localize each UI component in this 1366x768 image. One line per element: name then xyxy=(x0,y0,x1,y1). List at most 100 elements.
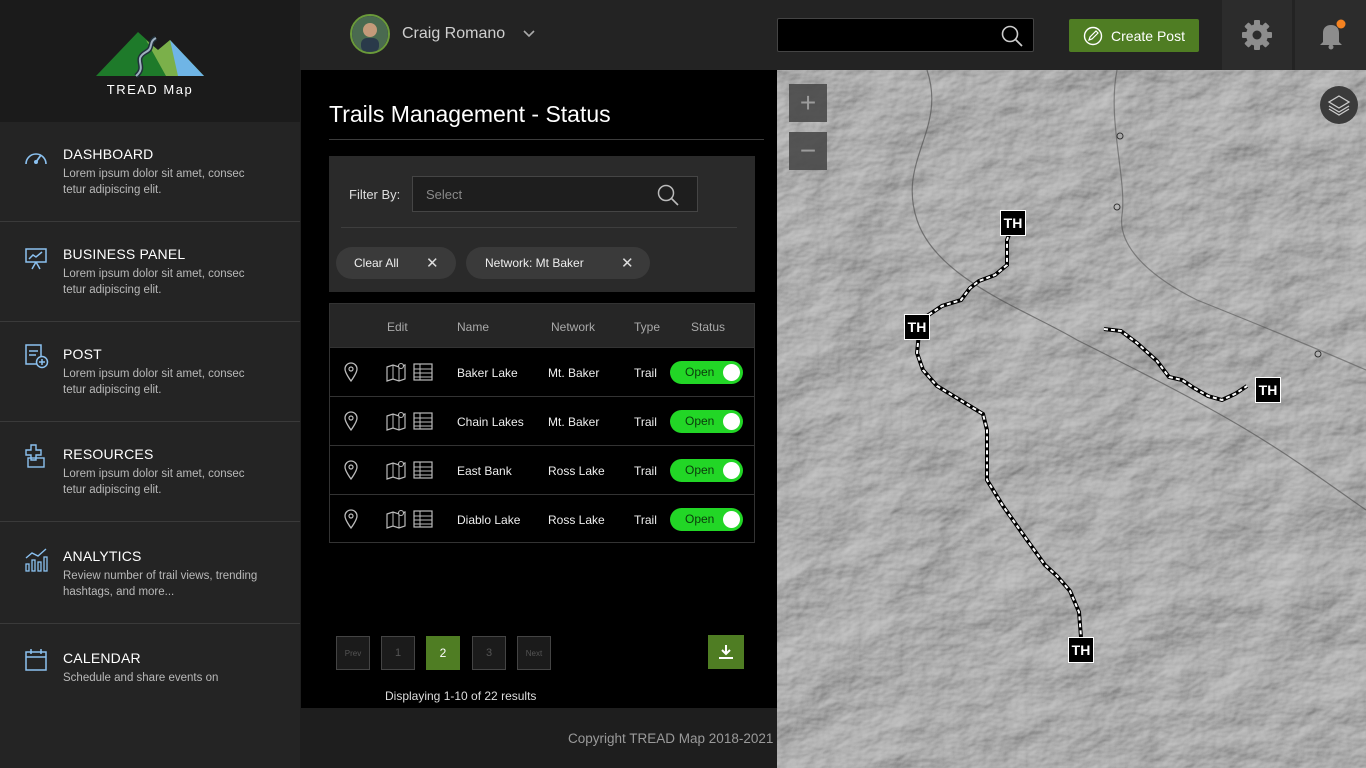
filter-select[interactable]: Select xyxy=(412,176,698,212)
divider xyxy=(341,227,737,228)
table-row: East Bank Ross Lake Trail Open xyxy=(330,445,754,494)
create-post-button[interactable]: Create Post xyxy=(1069,19,1199,52)
trail-network: Ross Lake xyxy=(548,464,605,478)
trail-type: Trail xyxy=(634,513,657,527)
status-label: Open xyxy=(685,414,715,428)
column-header-type[interactable]: Type xyxy=(634,320,660,334)
search-box xyxy=(777,18,1034,52)
trailhead-marker[interactable]: TH xyxy=(1255,377,1281,403)
layers-button[interactable] xyxy=(1320,86,1358,124)
map-pin-icon[interactable] xyxy=(343,460,359,480)
page-title: Trails Management - Status xyxy=(329,101,611,127)
next-page-button[interactable]: Next xyxy=(517,636,551,670)
trailhead-marker[interactable]: TH xyxy=(904,314,930,340)
filter-select-placeholder: Select xyxy=(426,187,463,202)
notifications-button[interactable] xyxy=(1295,0,1366,70)
table-grid-icon[interactable] xyxy=(413,460,433,480)
trail-type: Trail xyxy=(634,464,657,478)
status-toggle[interactable]: Open xyxy=(670,459,743,482)
status-toggle[interactable]: Open xyxy=(670,361,743,384)
table-header: Edit Name Network Type Status xyxy=(330,304,754,347)
analytics-chart-icon xyxy=(25,548,48,572)
post-add-icon xyxy=(25,344,49,369)
trail-network: Mt. Baker xyxy=(548,415,600,429)
sidebar-item-title: RESOURCES xyxy=(63,446,154,462)
filter-panel: Filter By: Select Clear All ✕ Network: M… xyxy=(329,156,755,292)
chip-clear-all[interactable]: Clear All ✕ xyxy=(336,247,456,279)
table-grid-icon[interactable] xyxy=(413,411,433,431)
edit-pencil-icon xyxy=(1083,26,1103,45)
sidebar-item-desc: Lorem ipsum dolor sit amet, consec tetur… xyxy=(63,368,245,396)
close-icon[interactable]: ✕ xyxy=(621,254,634,272)
search-icon[interactable] xyxy=(1001,25,1023,47)
page-button-2[interactable]: 2 xyxy=(426,636,460,670)
map-edit-icon[interactable] xyxy=(386,509,406,529)
chip-label: Clear All xyxy=(354,256,399,270)
column-header-name[interactable]: Name xyxy=(457,320,489,334)
status-toggle[interactable]: Open xyxy=(670,508,743,531)
status-toggle[interactable]: Open xyxy=(670,410,743,433)
mountain-logo-icon xyxy=(96,31,204,78)
table-grid-icon[interactable] xyxy=(413,362,433,382)
sidebar-item-business-panel[interactable]: BUSINESS PANEL Lorem ipsum dolor sit ame… xyxy=(0,222,300,322)
map-edit-icon[interactable] xyxy=(386,411,406,431)
sidebar-item-desc: Review number of trail views, trending h… xyxy=(63,570,258,598)
sidebar-item-analytics[interactable]: ANALYTICS Review number of trail views, … xyxy=(0,522,300,624)
user-photo-icon xyxy=(352,16,388,52)
map-pin-icon[interactable] xyxy=(343,411,359,431)
sidebar-item-desc: Lorem ipsum dolor sit amet, consec tetur… xyxy=(63,268,245,296)
sidebar-item-dashboard[interactable]: DASHBOARD Lorem ipsum dolor sit amet, co… xyxy=(0,122,300,222)
chip-network-filter[interactable]: Network: Mt Baker ✕ xyxy=(466,247,650,279)
column-header-edit[interactable]: Edit xyxy=(387,320,408,334)
column-header-network[interactable]: Network xyxy=(551,320,595,334)
status-label: Open xyxy=(685,463,715,477)
create-post-label: Create Post xyxy=(1111,27,1185,44)
trail-name: Chain Lakes xyxy=(457,415,524,429)
sidebar-item-desc: Schedule and share events on xyxy=(63,672,219,684)
search-input[interactable] xyxy=(778,19,988,51)
brand-name: TREAD Map xyxy=(106,81,194,97)
sidebar-item-post[interactable]: POST Lorem ipsum dolor sit amet, consec … xyxy=(0,322,300,422)
close-icon[interactable]: ✕ xyxy=(426,254,439,272)
column-header-status[interactable]: Status xyxy=(691,320,725,334)
map-pin-icon[interactable] xyxy=(343,362,359,382)
sidebar-item-desc: Lorem ipsum dolor sit amet, consec tetur… xyxy=(63,168,245,196)
toggle-knob xyxy=(723,462,740,479)
page-button-1[interactable]: 1 xyxy=(381,636,415,670)
user-menu[interactable]: Craig Romano xyxy=(350,14,535,54)
search-icon xyxy=(657,184,679,206)
trail-type: Trail xyxy=(634,415,657,429)
page-button-3[interactable]: 3 xyxy=(472,636,506,670)
sidebar-item-desc: Lorem ipsum dolor sit amet, consec tetur… xyxy=(63,468,245,496)
map-edit-icon[interactable] xyxy=(386,362,406,382)
map-pin-icon[interactable] xyxy=(343,509,359,529)
sidebar-item-title: DASHBOARD xyxy=(63,146,154,162)
main-panel: Trails Management - Status Filter By: Se… xyxy=(301,70,777,708)
divider xyxy=(329,139,764,140)
trail-map[interactable]: + − TH TH TH TH xyxy=(777,70,1366,768)
avatar[interactable] xyxy=(350,14,390,54)
layers-icon xyxy=(1327,95,1351,116)
trailhead-marker[interactable]: TH xyxy=(1068,637,1094,663)
prev-page-button[interactable]: Prev xyxy=(336,636,370,670)
download-button[interactable] xyxy=(708,635,744,669)
logo[interactable]: TREAD Map xyxy=(0,0,300,122)
sidebar-item-title: POST xyxy=(63,346,102,362)
table-row: Diablo Lake Ross Lake Trail Open xyxy=(330,494,754,543)
table-row: Baker Lake Mt. Baker Trail Open xyxy=(330,347,754,396)
plus-icon: + xyxy=(799,87,817,118)
chevron-down-icon[interactable] xyxy=(523,30,535,38)
map-edit-icon[interactable] xyxy=(386,460,406,480)
zoom-out-button[interactable]: − xyxy=(789,132,827,170)
zoom-in-button[interactable]: + xyxy=(789,84,827,122)
table-grid-icon[interactable] xyxy=(413,509,433,529)
chip-label: Network: Mt Baker xyxy=(485,256,584,270)
download-icon xyxy=(719,645,733,659)
sidebar-item-title: ANALYTICS xyxy=(63,548,142,564)
sidebar-item-calendar[interactable]: CALENDAR Schedule and share events on xyxy=(0,624,300,724)
gear-icon xyxy=(1242,20,1272,50)
trail-name: East Bank xyxy=(457,464,512,478)
trailhead-marker[interactable]: TH xyxy=(1000,210,1026,236)
settings-button[interactable] xyxy=(1222,0,1292,70)
sidebar-item-resources[interactable]: RESOURCES Lorem ipsum dolor sit amet, co… xyxy=(0,422,300,522)
